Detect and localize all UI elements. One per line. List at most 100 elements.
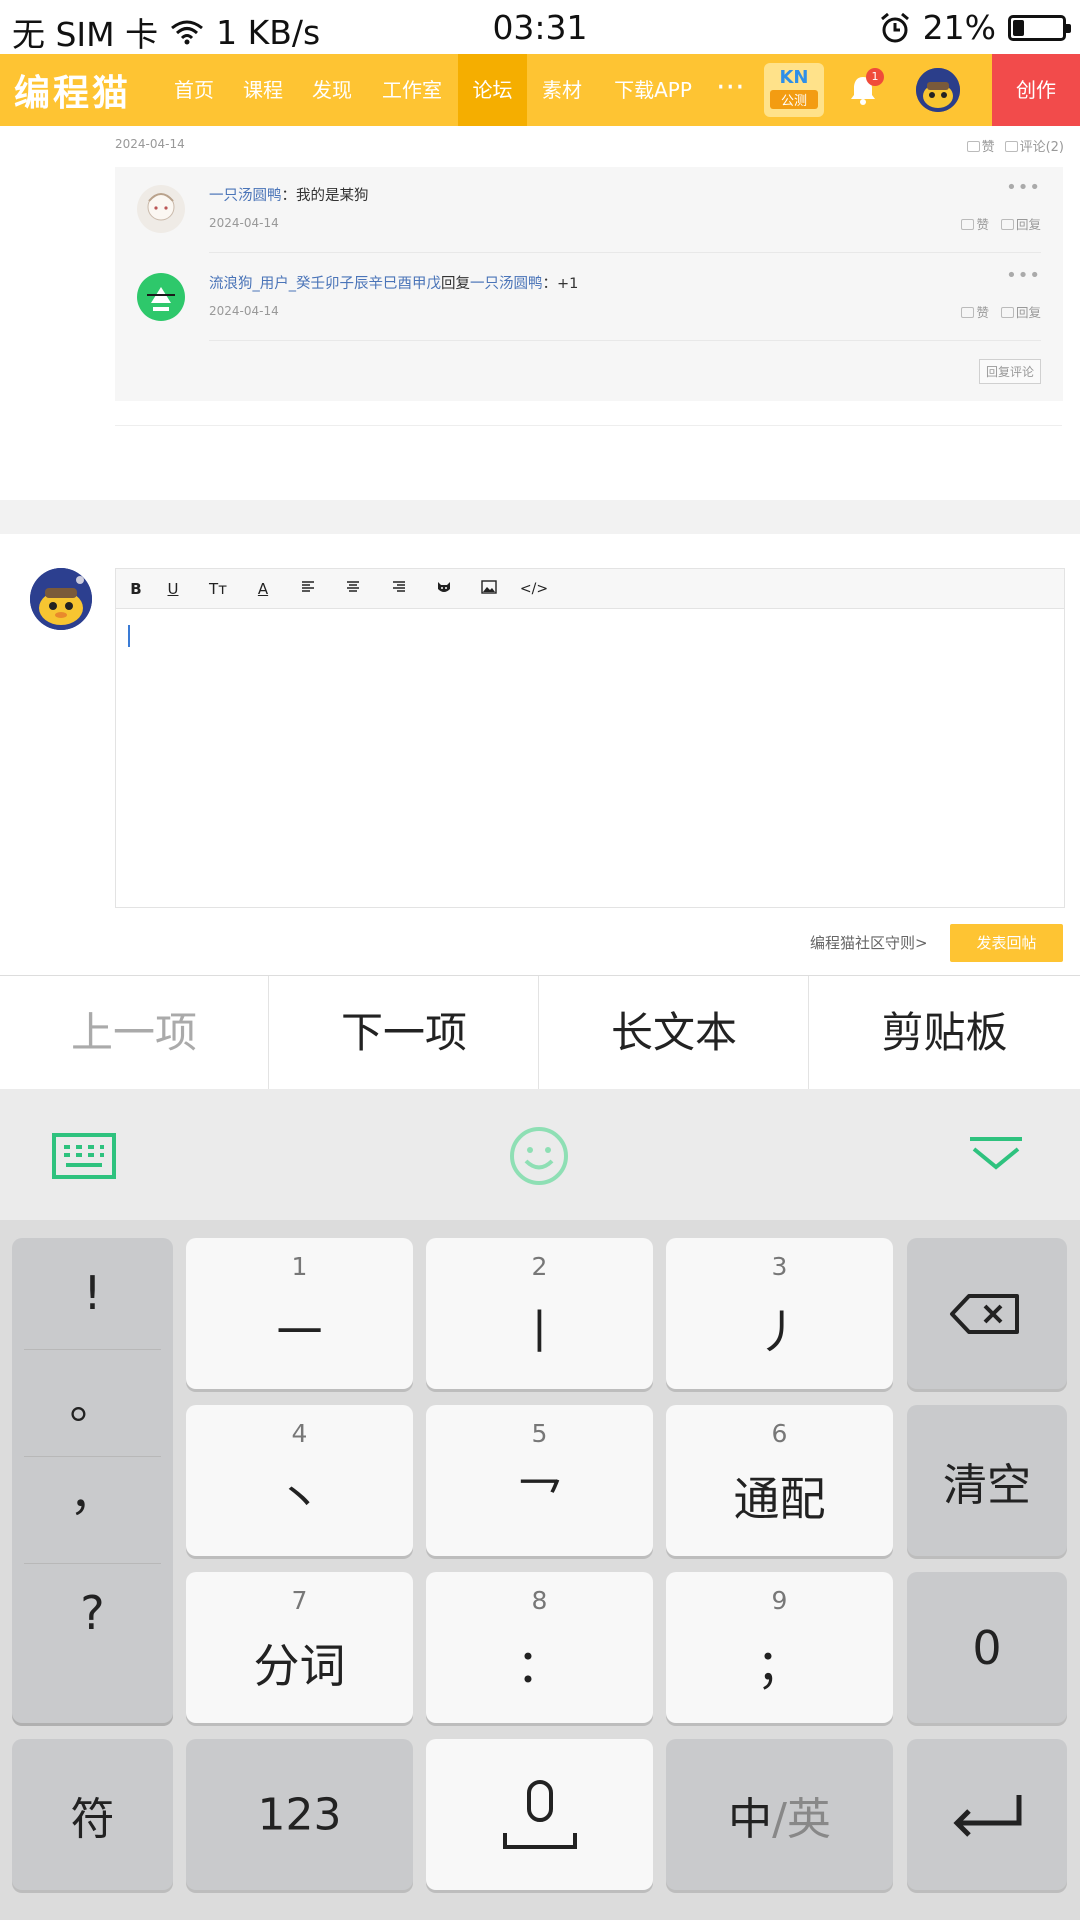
more-options-icon[interactable]: ••• xyxy=(1006,265,1041,286)
numbers-key[interactable]: 123 xyxy=(186,1739,413,1890)
key-6-wildcard[interactable]: 6 通配 xyxy=(666,1405,893,1556)
font-size-button[interactable]: Tт xyxy=(198,569,238,609)
comment-count-button[interactable]: 评论(2) xyxy=(1004,136,1064,155)
language-toggle-key[interactable]: 中/英 xyxy=(666,1739,893,1890)
top-nav: 编程猫 首页 课程 发现 工作室 论坛 素材 下载APP ··· KN 公测 1… xyxy=(0,54,1080,126)
create-button[interactable]: 创作 xyxy=(992,54,1080,126)
nav-courses[interactable]: 课程 xyxy=(232,54,294,126)
section-separator xyxy=(0,500,1080,534)
microphone-icon xyxy=(503,1780,577,1849)
underline-button[interactable]: U xyxy=(153,569,193,609)
backspace-key[interactable] xyxy=(907,1238,1067,1389)
align-center-icon[interactable] xyxy=(333,569,373,609)
previous-field-button[interactable]: 上一项 xyxy=(0,976,269,1090)
reply-reply-button[interactable]: 回复 xyxy=(1000,302,1041,321)
align-left-icon[interactable] xyxy=(288,569,328,609)
bold-button[interactable]: B xyxy=(116,569,156,609)
reply-like-button[interactable]: 赞 xyxy=(961,302,989,321)
key-1[interactable]: 1 一 xyxy=(186,1238,413,1389)
clipboard-button[interactable]: 剪贴板 xyxy=(810,976,1079,1090)
font-color-button[interactable]: A xyxy=(243,569,283,609)
nav-assets[interactable]: 素材 xyxy=(531,54,593,126)
divider xyxy=(209,340,1041,341)
comment-icon xyxy=(1000,219,1014,230)
editor-toolbar: B U Tт A </> xyxy=(116,569,1064,609)
key-8[interactable]: 8 ： xyxy=(426,1572,653,1723)
replies-panel: 一只汤圆鸭：我的是某狗 2024-04-14 ••• 赞 回复 流浪狗_用户_癸… xyxy=(115,167,1063,401)
kn-sub-label: 公测 xyxy=(770,90,818,109)
battery-percent: 21% xyxy=(922,8,996,47)
key-3[interactable]: 3 丿 xyxy=(666,1238,893,1389)
long-text-button[interactable]: 长文本 xyxy=(540,976,809,1090)
key-2[interactable]: 2 丨 xyxy=(426,1238,653,1389)
nav-download-app[interactable]: 下载APP xyxy=(600,54,706,126)
nav-studio[interactable]: 工作室 xyxy=(370,54,454,126)
backspace-icon xyxy=(950,1294,1019,1334)
comment-icon xyxy=(1004,141,1018,152)
reply-date: 2024-04-14 xyxy=(209,304,279,318)
thumb-up-icon xyxy=(966,141,980,152)
rich-text-editor: B U Tт A </> xyxy=(115,568,1065,908)
key-exclamation[interactable]: ! xyxy=(12,1266,173,1320)
divider xyxy=(24,1456,161,1457)
code-icon[interactable]: </> xyxy=(514,569,554,609)
nav-home[interactable]: 首页 xyxy=(163,54,225,126)
reply-like-button[interactable]: 赞 xyxy=(961,214,989,233)
comment-date: 2024-04-14 xyxy=(115,137,185,151)
reply-avatar[interactable] xyxy=(137,185,185,233)
divider xyxy=(24,1349,161,1350)
site-logo[interactable]: 编程猫 xyxy=(14,64,131,116)
more-options-icon[interactable]: ••• xyxy=(1006,177,1041,198)
nav-discover[interactable]: 发现 xyxy=(301,54,363,126)
reply-text: +1 xyxy=(557,276,579,292)
comment-like-button[interactable]: 赞 xyxy=(966,136,995,155)
reply-username[interactable]: 流浪狗_用户_癸壬卯子辰辛巳酉甲戊 xyxy=(209,276,441,292)
key-comma[interactable]: ， xyxy=(12,1458,173,1524)
divider xyxy=(24,1563,161,1564)
divider xyxy=(115,425,1062,426)
reply-comment-button[interactable]: 回复评论 xyxy=(978,359,1041,384)
reply-date: 2024-04-14 xyxy=(209,216,279,230)
alarm-icon xyxy=(880,12,909,42)
text-caret[interactable] xyxy=(128,625,130,647)
form-accessory-bar: 上一项 下一项 长文本 剪贴板 xyxy=(0,975,1080,1090)
key-4[interactable]: 4 丶 xyxy=(186,1405,413,1556)
composer-avatar[interactable] xyxy=(30,568,92,630)
key-question[interactable]: ? xyxy=(12,1586,173,1640)
comment-icon xyxy=(1000,307,1014,318)
kn-label: KN xyxy=(779,67,809,88)
reply-avatar[interactable] xyxy=(137,273,185,321)
image-icon[interactable] xyxy=(469,569,509,609)
align-right-icon[interactable] xyxy=(379,569,419,609)
submit-reply-button[interactable]: 发表回帖 xyxy=(950,924,1063,962)
keyboard-icon[interactable] xyxy=(52,1133,116,1179)
community-guidelines-link[interactable]: 编程猫社区守则> xyxy=(810,932,928,953)
voice-input-key[interactable] xyxy=(426,1739,653,1890)
next-field-button[interactable]: 下一项 xyxy=(270,976,539,1090)
user-avatar[interactable] xyxy=(916,68,960,112)
notification-count-badge: 1 xyxy=(866,68,884,86)
key-9[interactable]: 9 ； xyxy=(666,1572,893,1723)
symbol-column: ! 。 ， ? xyxy=(12,1238,173,1723)
reply-item: 流浪狗_用户_癸壬卯子辰辛巳酉甲戊回复一只汤圆鸭：+1 2024-04-14 •… xyxy=(115,255,1063,341)
key-7-segment[interactable]: 7 分词 xyxy=(186,1572,413,1723)
key-5[interactable]: 5 乛 xyxy=(426,1405,653,1556)
symbols-key[interactable]: 符 xyxy=(12,1739,173,1890)
reply-username[interactable]: 一只汤圆鸭 xyxy=(209,188,282,204)
enter-key[interactable] xyxy=(907,1739,1067,1890)
emoji-icon[interactable] xyxy=(509,1126,569,1186)
divider xyxy=(209,252,1041,253)
kn-beta-badge[interactable]: KN 公测 xyxy=(764,63,824,117)
cat-emoji-icon[interactable] xyxy=(424,569,464,609)
key-0[interactable]: 0 xyxy=(907,1572,1067,1723)
nav-forum[interactable]: 论坛 xyxy=(458,54,527,126)
keyboard-toolbar xyxy=(0,1089,1080,1220)
clear-key[interactable]: 清空 xyxy=(907,1405,1067,1556)
reply-reply-button[interactable]: 回复 xyxy=(1000,214,1041,233)
reply-item: 一只汤圆鸭：我的是某狗 2024-04-14 ••• 赞 回复 xyxy=(115,167,1063,253)
thumb-up-icon xyxy=(961,307,975,318)
more-icon[interactable]: ··· xyxy=(716,54,745,126)
reply-target-username[interactable]: 一只汤圆鸭 xyxy=(470,276,543,292)
key-period[interactable]: 。 xyxy=(12,1366,173,1432)
collapse-keyboard-icon[interactable] xyxy=(968,1135,1024,1175)
